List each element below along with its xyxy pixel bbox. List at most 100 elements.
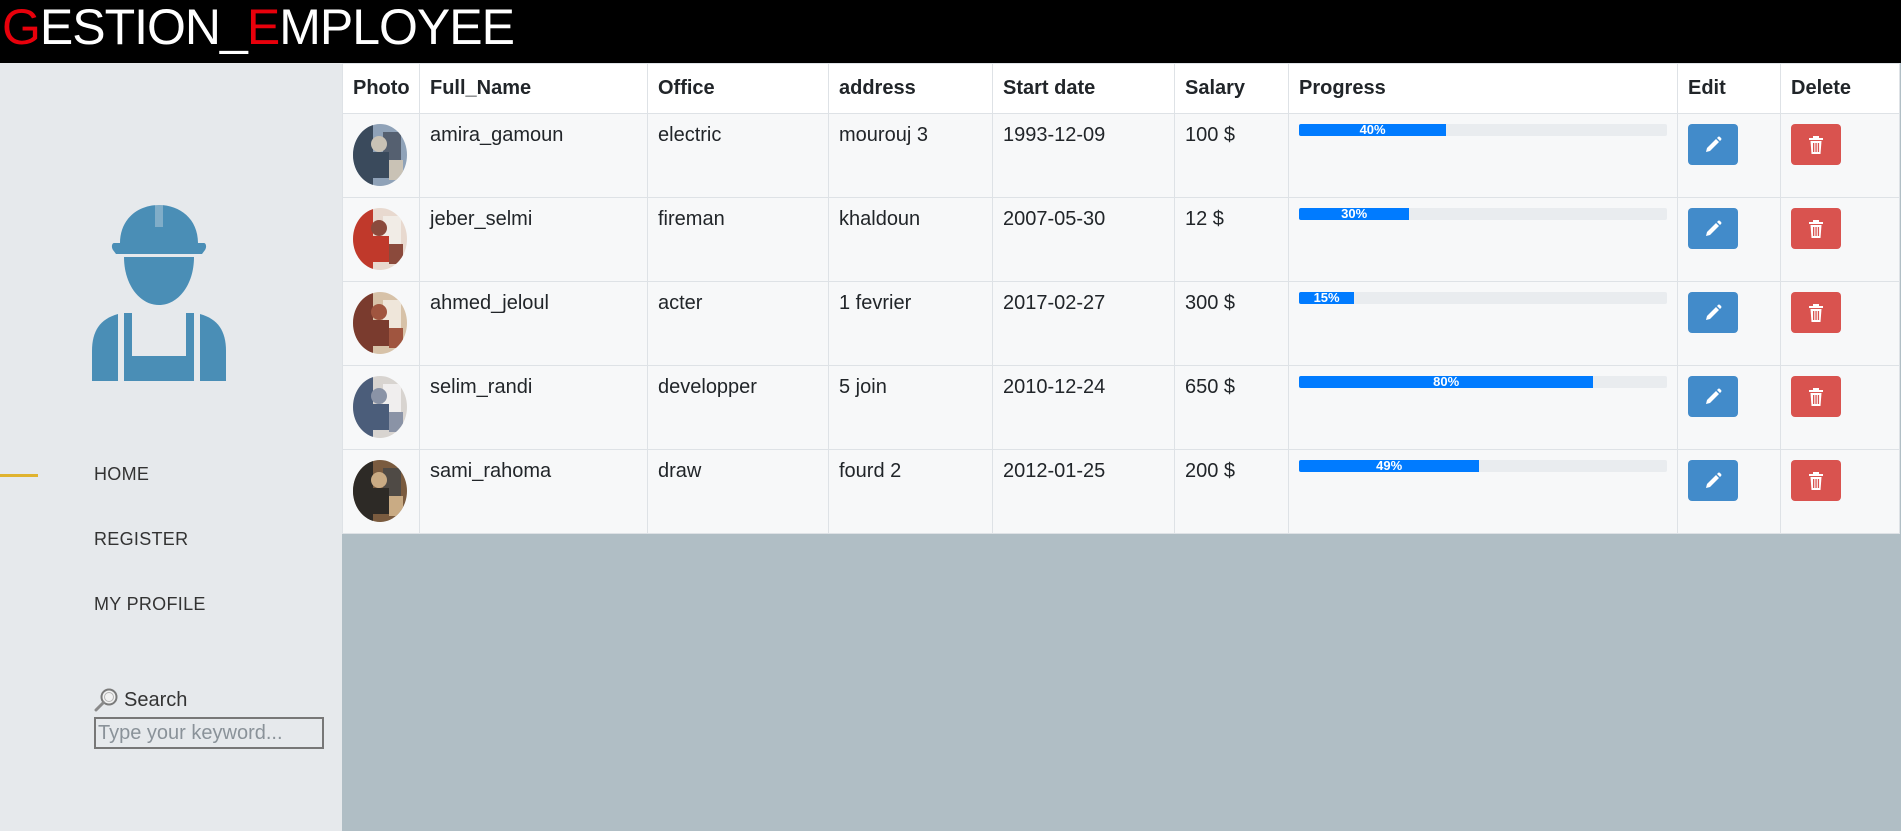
edit-cell bbox=[1677, 449, 1781, 534]
office-cell: draw bbox=[647, 449, 829, 534]
full-name-cell: selim_randi bbox=[419, 365, 648, 450]
col-header-delete: Delete bbox=[1780, 63, 1900, 114]
start-date-cell: 2012-01-25 bbox=[992, 449, 1175, 534]
edit-cell bbox=[1677, 365, 1781, 450]
progress-bar-fill: 15% bbox=[1299, 292, 1355, 304]
progress-cell: 30% bbox=[1288, 197, 1678, 282]
address-cell: 5 join bbox=[828, 365, 993, 450]
search-label: Search bbox=[94, 687, 187, 713]
delete-button[interactable] bbox=[1791, 460, 1841, 501]
col-header-salary: Salary bbox=[1174, 63, 1289, 114]
delete-button[interactable] bbox=[1791, 292, 1841, 333]
photo-cell bbox=[342, 449, 420, 534]
office-cell: acter bbox=[647, 281, 829, 366]
trash-icon bbox=[1809, 303, 1823, 322]
delete-cell bbox=[1780, 197, 1900, 282]
active-nav-marker bbox=[0, 474, 38, 477]
edit-button[interactable] bbox=[1688, 376, 1738, 417]
col-header-photo: Photo bbox=[342, 63, 420, 114]
address-cell: fourd 2 bbox=[828, 449, 993, 534]
pencil-icon bbox=[1706, 472, 1722, 488]
progress-cell: 15% bbox=[1288, 281, 1678, 366]
office-cell: electric bbox=[647, 113, 829, 198]
app-title: GESTION_EMPLOYEE bbox=[2, 0, 515, 55]
start-date-cell: 1993-12-09 bbox=[992, 113, 1175, 198]
brand-text-2: MPLOYEE bbox=[279, 0, 515, 55]
delete-cell bbox=[1780, 113, 1900, 198]
magnifier-icon bbox=[94, 688, 118, 712]
address-cell: mourouj 3 bbox=[828, 113, 993, 198]
salary-cell: 300 $ bbox=[1174, 281, 1289, 366]
salary-cell: 200 $ bbox=[1174, 449, 1289, 534]
progress-bar-track: 40% bbox=[1299, 124, 1667, 136]
full-name-cell: amira_gamoun bbox=[419, 113, 648, 198]
delete-cell bbox=[1780, 449, 1900, 534]
col-header-start-date: Start date bbox=[992, 63, 1175, 114]
top-bar: GESTION_EMPLOYEE bbox=[0, 0, 1901, 63]
trash-icon bbox=[1809, 387, 1823, 406]
employee-photo bbox=[353, 208, 407, 270]
table-row: amira_gamoun electric mourouj 3 1993-12-… bbox=[342, 113, 1900, 198]
edit-button[interactable] bbox=[1688, 124, 1738, 165]
salary-cell: 12 $ bbox=[1174, 197, 1289, 282]
col-header-address: address bbox=[828, 63, 993, 114]
nav-register[interactable]: REGISTER bbox=[94, 529, 188, 550]
nav-home[interactable]: HOME bbox=[94, 464, 149, 485]
edit-cell bbox=[1677, 281, 1781, 366]
pencil-icon bbox=[1706, 388, 1722, 404]
progress-bar-fill: 80% bbox=[1299, 376, 1594, 388]
progress-bar-track: 30% bbox=[1299, 208, 1667, 220]
col-header-progress: Progress bbox=[1288, 63, 1678, 114]
progress-bar-fill: 30% bbox=[1299, 208, 1410, 220]
start-date-cell: 2017-02-27 bbox=[992, 281, 1175, 366]
progress-bar-track: 80% bbox=[1299, 376, 1667, 388]
progress-bar-track: 15% bbox=[1299, 292, 1667, 304]
edit-button[interactable] bbox=[1688, 460, 1738, 501]
edit-cell bbox=[1677, 197, 1781, 282]
delete-button[interactable] bbox=[1791, 376, 1841, 417]
address-cell: khaldoun bbox=[828, 197, 993, 282]
photo-cell bbox=[342, 365, 420, 450]
edit-button[interactable] bbox=[1688, 208, 1738, 249]
table-row: selim_randi developper 5 join 2010-12-24… bbox=[342, 365, 1900, 450]
col-header-office: Office bbox=[647, 63, 829, 114]
worker-helmet-icon bbox=[92, 205, 226, 381]
office-cell: developper bbox=[647, 365, 829, 450]
progress-cell: 80% bbox=[1288, 365, 1678, 450]
start-date-cell: 2010-12-24 bbox=[992, 365, 1175, 450]
brand-text-1: ESTION_ bbox=[39, 0, 248, 55]
employee-table-container: Photo Full_Name Office address Start dat… bbox=[342, 63, 1901, 534]
full-name-cell: jeber_selmi bbox=[419, 197, 648, 282]
salary-cell: 650 $ bbox=[1174, 365, 1289, 450]
trash-icon bbox=[1809, 135, 1823, 154]
table-row: sami_rahoma draw fourd 2 2012-01-25 200 … bbox=[342, 449, 1900, 534]
start-date-cell: 2007-05-30 bbox=[992, 197, 1175, 282]
employee-photo bbox=[353, 292, 407, 354]
table-row: ahmed_jeloul acter 1 fevrier 2017-02-27 … bbox=[342, 281, 1900, 366]
search-input[interactable] bbox=[94, 717, 324, 749]
employee-table: Photo Full_Name Office address Start dat… bbox=[342, 63, 1900, 534]
delete-button[interactable] bbox=[1791, 208, 1841, 249]
full-name-cell: ahmed_jeloul bbox=[419, 281, 648, 366]
employee-photo bbox=[353, 460, 407, 522]
edit-button[interactable] bbox=[1688, 292, 1738, 333]
photo-cell bbox=[342, 197, 420, 282]
delete-button[interactable] bbox=[1791, 124, 1841, 165]
sidebar: HOME REGISTER MY PROFILE Search bbox=[0, 63, 342, 831]
progress-cell: 40% bbox=[1288, 113, 1678, 198]
full-name-cell: sami_rahoma bbox=[419, 449, 648, 534]
delete-cell bbox=[1780, 281, 1900, 366]
address-cell: 1 fevrier bbox=[828, 281, 993, 366]
trash-icon bbox=[1809, 219, 1823, 238]
employee-photo bbox=[353, 124, 407, 186]
nav-my-profile[interactable]: MY PROFILE bbox=[94, 594, 206, 615]
edit-cell bbox=[1677, 113, 1781, 198]
photo-cell bbox=[342, 281, 420, 366]
photo-cell bbox=[342, 113, 420, 198]
salary-cell: 100 $ bbox=[1174, 113, 1289, 198]
progress-cell: 49% bbox=[1288, 449, 1678, 534]
table-header-row: Photo Full_Name Office address Start dat… bbox=[342, 63, 1900, 114]
brand-letter-g: G bbox=[2, 0, 41, 55]
pencil-icon bbox=[1706, 304, 1722, 320]
table-row: jeber_selmi fireman khaldoun 2007-05-30 … bbox=[342, 197, 1900, 282]
